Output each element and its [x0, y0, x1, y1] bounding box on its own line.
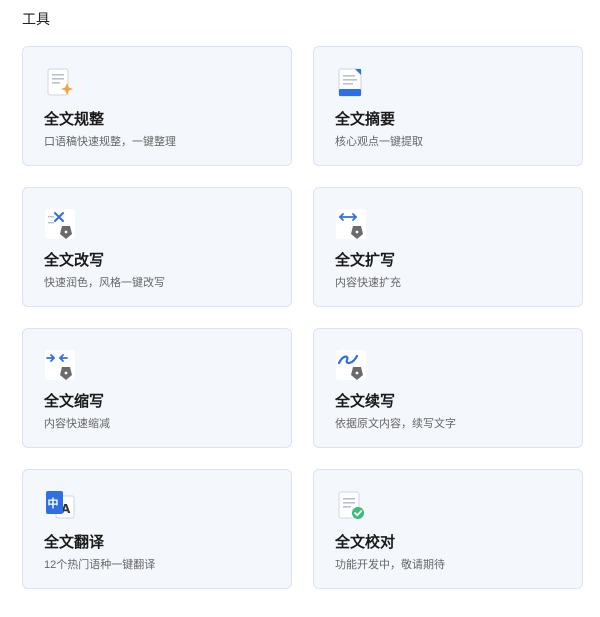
svg-text:中: 中: [48, 496, 59, 510]
section-title: 工具: [22, 11, 50, 27]
document-summary-icon: [335, 67, 367, 99]
tool-desc: 功能开发中，敬请期待: [335, 559, 445, 571]
tool-desc: 口语稿快速规整，一键整理: [44, 136, 176, 148]
tool-card-shrink[interactable]: 全文缩写 内容快速缩减: [22, 328, 292, 448]
document-sparkle-icon: [44, 67, 76, 99]
tool-desc: 内容快速扩充: [335, 277, 401, 289]
tool-card-proofread[interactable]: 全文校对 功能开发中，敬请期待: [313, 469, 583, 589]
translate-icon: A 中: [44, 490, 76, 522]
rewrite-pen-icon: [44, 208, 76, 240]
tool-card-summary[interactable]: 全文摘要 核心观点一键提取: [313, 46, 583, 166]
tool-title: 全文翻译: [44, 534, 105, 551]
continue-pen-icon: [335, 349, 367, 381]
tool-desc: 依据原文内容，续写文字: [335, 418, 456, 430]
tool-card-translate[interactable]: A 中 全文翻译 12个热门语种一键翻译: [22, 469, 292, 589]
tool-card-normalize[interactable]: 全文规整 口语稿快速规整，一键整理: [22, 46, 292, 166]
shrink-pen-icon: [44, 349, 76, 381]
tool-desc: 内容快速缩减: [44, 418, 110, 430]
expand-pen-icon: [335, 208, 367, 240]
tool-title: 全文续写: [335, 393, 396, 410]
tool-desc: 核心观点一键提取: [335, 136, 423, 148]
tool-desc: 12个热门语种一键翻译: [44, 559, 156, 571]
tool-title: 全文规整: [44, 111, 105, 128]
tool-title: 全文扩写: [335, 252, 396, 269]
tool-card-rewrite[interactable]: 全文改写 快速润色，风格一键改写: [22, 187, 292, 307]
tool-title: 全文摘要: [335, 111, 396, 128]
tools-grid: 全文规整 口语稿快速规整，一键整理 全文摘要 核心观点一键提取 全文改写 快速润…: [22, 46, 583, 589]
tool-title: 全文缩写: [44, 393, 105, 410]
proofread-check-icon: [335, 490, 367, 522]
tool-title: 全文改写: [44, 252, 105, 269]
tools-page: 工具 全文规整 口语稿快速规整，一键整理 全文摘要 核心观点一键提取 全文改写 …: [0, 0, 600, 617]
tool-desc: 快速润色，风格一键改写: [44, 277, 165, 289]
tool-card-continue[interactable]: 全文续写 依据原文内容，续写文字: [313, 328, 583, 448]
tool-title: 全文校对: [335, 534, 396, 551]
tool-card-expand[interactable]: 全文扩写 内容快速扩充: [313, 187, 583, 307]
